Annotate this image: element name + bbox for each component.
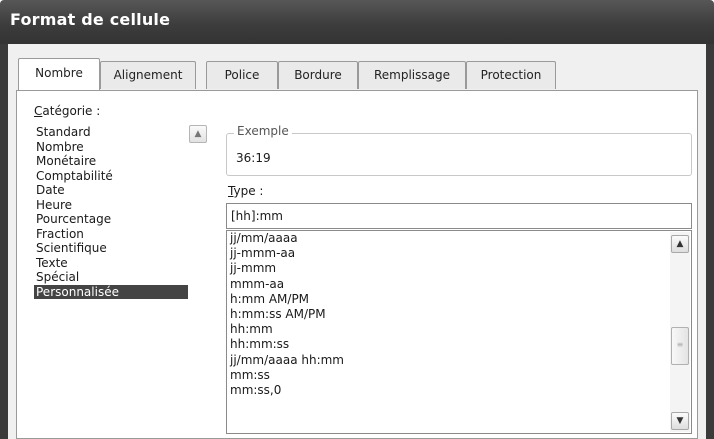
type-label: Type : <box>228 184 263 198</box>
type-list[interactable]: jj/mm/aaaa jj-mmm-aa jj-mmm mmm-aa h:mm … <box>226 230 692 434</box>
category-item-nombre[interactable]: Nombre <box>34 140 188 155</box>
scroll-thumb-grip-icon: ≡ <box>676 340 684 349</box>
type-item[interactable]: h:mm:ss AM/PM <box>227 307 691 322</box>
chevron-down-icon: ▼ <box>676 416 684 426</box>
scroll-thumb[interactable]: ≡ <box>671 327 689 365</box>
type-label-text: ype : <box>233 184 264 198</box>
category-item-standard[interactable]: Standard <box>34 125 188 140</box>
type-item[interactable]: jj/mm/aaaa hh:mm <box>227 353 691 368</box>
category-item-monetaire[interactable]: Monétaire <box>34 154 188 169</box>
category-item-fraction[interactable]: Fraction <box>34 227 188 242</box>
category-item-scientifique[interactable]: Scientifique <box>34 241 188 256</box>
exemple-legend: Exemple <box>234 124 292 138</box>
category-item-comptabilite[interactable]: Comptabilité <box>34 169 188 184</box>
category-scroll-up-button[interactable]: ▲ <box>189 125 207 143</box>
tab-alignement[interactable]: Alignement <box>100 61 196 89</box>
type-input[interactable] <box>226 203 692 229</box>
exemple-value: 36:19 <box>236 151 271 165</box>
type-item[interactable]: hh:mm <box>227 322 691 337</box>
type-item[interactable]: jj/mm/aaaa <box>227 231 691 246</box>
title-bar[interactable]: Format de cellule <box>0 0 714 44</box>
category-list[interactable]: Standard Nombre Monétaire Comptabilité D… <box>34 125 188 425</box>
category-item-special[interactable]: Spécial <box>34 270 188 285</box>
type-item[interactable]: mm:ss,0 <box>227 383 691 398</box>
type-item[interactable]: mm:ss <box>227 368 691 383</box>
category-item-texte[interactable]: Texte <box>34 256 188 271</box>
chevron-up-icon: ▲ <box>194 129 202 139</box>
tab-police[interactable]: Police <box>206 61 278 89</box>
category-label-text: atégorie : <box>42 104 101 118</box>
exemple-group <box>226 133 692 176</box>
category-item-date[interactable]: Date <box>34 183 188 198</box>
tab-bordure[interactable]: Bordure <box>278 61 358 89</box>
category-item-heure[interactable]: Heure <box>34 198 188 213</box>
scroll-down-button[interactable]: ▼ <box>671 412 689 430</box>
type-item[interactable]: hh:mm:ss <box>227 337 691 352</box>
window-title: Format de cellule <box>10 10 171 29</box>
type-item[interactable]: h:mm AM/PM <box>227 292 691 307</box>
category-item-pourcentage[interactable]: Pourcentage <box>34 212 188 227</box>
category-label: Catégorie : <box>34 104 100 118</box>
window-frame-right <box>706 44 714 439</box>
type-item[interactable]: mmm-aa <box>227 277 691 292</box>
tab-remplissage[interactable]: Remplissage <box>358 61 466 89</box>
type-item[interactable]: jj-mmm <box>227 261 691 276</box>
category-item-personnalisee[interactable]: Personnalisée <box>34 284 188 299</box>
tab-nombre[interactable]: Nombre <box>18 58 100 90</box>
chevron-up-icon: ▲ <box>676 239 684 249</box>
type-item[interactable]: jj-mmm-aa <box>227 246 691 261</box>
type-list-scrollbar[interactable]: ▲ ≡ ▼ <box>670 232 690 432</box>
scroll-up-button[interactable]: ▲ <box>671 235 689 253</box>
window-frame-left <box>0 44 8 439</box>
tab-protection[interactable]: Protection <box>466 61 556 89</box>
